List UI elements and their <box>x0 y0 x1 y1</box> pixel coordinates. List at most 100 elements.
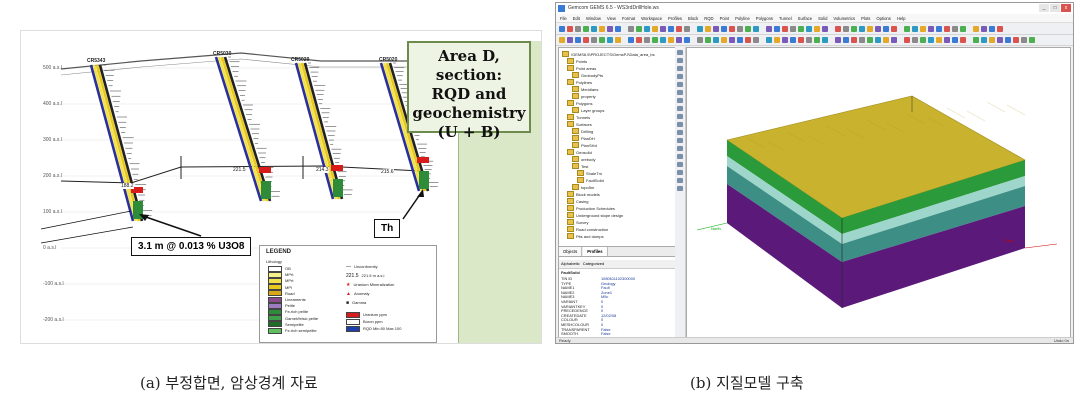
side-tool-button[interactable] <box>677 98 683 103</box>
toolbar-button[interactable] <box>628 37 634 43</box>
toolbar-button[interactable] <box>766 37 772 43</box>
toolbar-button[interactable] <box>729 26 735 32</box>
menu-file[interactable]: File <box>560 14 567 22</box>
side-tool-button[interactable] <box>677 146 683 151</box>
side-tool-button[interactable] <box>677 170 683 175</box>
toolbar-button[interactable] <box>912 37 918 43</box>
toolbar-button[interactable] <box>575 26 581 32</box>
menu-options[interactable]: Options <box>876 14 890 22</box>
toolbar-button[interactable] <box>623 26 626 32</box>
toolbar-button[interactable] <box>567 26 573 32</box>
tree-item[interactable]: Layer groups <box>572 107 604 113</box>
toolbar-button[interactable] <box>705 26 711 32</box>
toolbar-button[interactable] <box>559 26 565 32</box>
minimize-button[interactable]: _ <box>1039 4 1049 12</box>
toolbar-button[interactable] <box>843 37 849 43</box>
toolbar-button[interactable] <box>676 26 682 32</box>
tree-item[interactable]: Geosolid <box>567 149 592 155</box>
tree-item[interactable]: property <box>572 93 596 99</box>
menu-format[interactable]: Format <box>622 14 635 22</box>
toolbar-button[interactable] <box>806 37 812 43</box>
side-tool-button[interactable] <box>677 82 683 87</box>
tree-item[interactable]: Road construction <box>567 226 608 232</box>
maximize-button[interactable]: □ <box>1050 4 1060 12</box>
toolbar-button[interactable] <box>737 26 743 32</box>
toolbar-button[interactable] <box>981 37 987 43</box>
menu-workspace[interactable]: Workspace <box>641 14 662 22</box>
tree-item[interactable]: PlanDH <box>572 135 595 141</box>
toolbar-button[interactable] <box>583 37 589 43</box>
toolbar-button[interactable] <box>952 26 958 32</box>
tree-item[interactable]: Casing <box>567 198 588 204</box>
toolbar-button[interactable] <box>891 26 897 32</box>
side-tool-button[interactable] <box>677 130 683 135</box>
toolbar-button[interactable] <box>997 37 1003 43</box>
toolbar-button[interactable] <box>774 26 780 32</box>
menu-polygons[interactable]: Polygons <box>756 14 773 22</box>
tree-item[interactable]: ShaleTm <box>577 170 602 176</box>
toolbar-button[interactable] <box>920 26 926 32</box>
tree-item[interactable]: \GEMS6.5\PROJECTS\GemsPJ\Data_area_bs <box>562 51 655 57</box>
toolbar-button[interactable] <box>668 26 674 32</box>
toolbar-button[interactable] <box>692 37 695 43</box>
toolbar-button[interactable] <box>684 37 690 43</box>
menu-point[interactable]: Point <box>720 14 730 22</box>
tree-item[interactable]: orebody <box>572 156 595 162</box>
toolbar-button[interactable] <box>652 37 658 43</box>
toolbar-button[interactable] <box>660 26 666 32</box>
toolbar-button[interactable] <box>745 26 751 32</box>
toolbar-button[interactable] <box>692 26 695 32</box>
toolbar-button[interactable] <box>721 37 727 43</box>
tree-item[interactable]: Polylines <box>567 79 592 85</box>
toolbar-button[interactable] <box>989 26 995 32</box>
toolbar-button[interactable] <box>705 37 711 43</box>
side-tool-button[interactable] <box>677 186 683 191</box>
toolbar-button[interactable] <box>628 26 634 32</box>
toolbar-button[interactable] <box>559 37 565 43</box>
toolbar-button[interactable] <box>684 26 690 32</box>
toolbar-button[interactable] <box>761 37 764 43</box>
menu-surface[interactable]: Surface <box>798 14 812 22</box>
menu-profiles[interactable]: Profiles <box>668 14 682 22</box>
3d-viewport[interactable]: East North <box>686 47 1071 339</box>
toolbar-button[interactable] <box>745 37 751 43</box>
toolbar-button[interactable] <box>721 26 727 32</box>
toolbar-button[interactable] <box>636 26 642 32</box>
toolbar-button[interactable] <box>883 26 889 32</box>
toolbar-button[interactable] <box>761 26 764 32</box>
toolbar-button[interactable] <box>822 26 828 32</box>
tree-item[interactable]: Surfaces <box>567 121 592 127</box>
toolbar-button[interactable] <box>928 26 934 32</box>
toolbar-button[interactable] <box>997 26 1003 32</box>
side-tool-button[interactable] <box>677 106 683 111</box>
menu-solid[interactable]: Solid <box>818 14 827 22</box>
toolbar-button[interactable] <box>615 37 621 43</box>
tab-alphabetic[interactable]: Alphabetic <box>561 260 580 268</box>
toolbar-button[interactable] <box>960 26 966 32</box>
toolbar-button[interactable] <box>790 37 796 43</box>
toolbar-button[interactable] <box>623 37 626 43</box>
toolbar-button[interactable] <box>753 26 759 32</box>
toolbar-button[interactable] <box>660 37 666 43</box>
toolbar-button[interactable] <box>607 37 613 43</box>
toolbar-button[interactable] <box>835 26 841 32</box>
tree-item[interactable]: FaultSolid <box>577 177 604 183</box>
toolbar-button[interactable] <box>904 37 910 43</box>
tree-item[interactable]: Survey <box>567 219 588 225</box>
side-tool-button[interactable] <box>677 66 683 71</box>
toolbar-button[interactable] <box>883 37 889 43</box>
toolbar-button[interactable] <box>944 37 950 43</box>
toolbar-button[interactable] <box>766 26 772 32</box>
side-tool-button[interactable] <box>677 154 683 159</box>
side-tool-button[interactable] <box>677 90 683 95</box>
tree-item[interactable]: Production Schedules <box>567 205 615 211</box>
toolbar-button[interactable] <box>729 37 735 43</box>
menu-tunnel[interactable]: Tunnel <box>779 14 792 22</box>
toolbar-button[interactable] <box>668 37 674 43</box>
menu-edit[interactable]: Edit <box>573 14 580 22</box>
toolbar-button[interactable] <box>607 26 613 32</box>
toolbar-button[interactable] <box>989 37 995 43</box>
tree-item[interactable]: Point areas <box>567 65 596 71</box>
toolbar-button[interactable] <box>973 37 979 43</box>
toolbar-button[interactable] <box>713 26 719 32</box>
